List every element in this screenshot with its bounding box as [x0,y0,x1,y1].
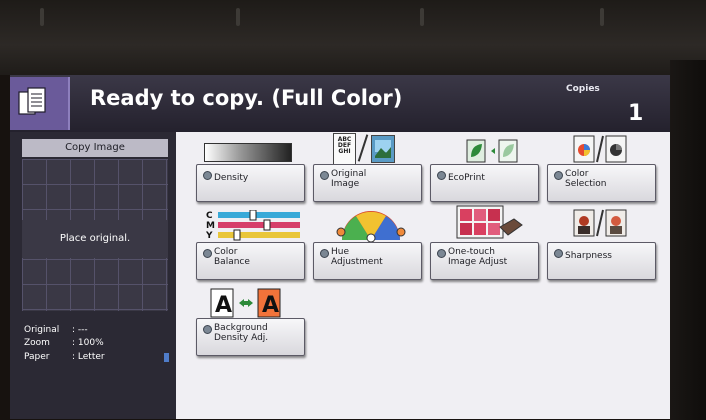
indicator-led [554,171,563,180]
indicator-led [320,249,329,258]
info-value: : Letter [72,352,105,362]
copy-image-title: Copy Image [22,139,168,157]
density-button[interactable]: Density [196,164,305,202]
color-selection-label: Color Selection [565,169,607,189]
sharpness-button[interactable]: Sharpness [547,242,656,280]
background-density-label: Background Density Adj. [214,323,269,343]
indicator-led [203,249,212,258]
status-header: Ready to copy. (Full Color) Copies 1 [10,75,670,132]
icon-text: M [206,221,215,231]
copier-screen: Ready to copy. (Full Color) Copies 1 Cop… [10,75,670,419]
copies-count: 1 [628,101,644,126]
paper-tray-icon [164,353,169,362]
indicator-led [554,249,563,258]
device-bezel-top [0,0,706,75]
density-label: Density [214,173,249,183]
bezel-screw [40,8,44,26]
indicator-led [203,171,212,180]
indicator-led [437,249,446,258]
status-title: Ready to copy. (Full Color) [90,86,403,110]
info-key: Paper [24,352,50,362]
background-density-adj-button[interactable]: Background Density Adj. [196,318,305,356]
info-original: Original : --- [24,325,88,335]
icon-text: A [262,293,279,318]
color-selection-button[interactable]: Color Selection [547,164,656,202]
info-value: : --- [72,325,88,335]
photo-image-icon [371,135,395,163]
color-balance-button[interactable]: Color Balance [196,242,305,280]
slash-divider [357,134,369,162]
icon-text: C [206,211,213,221]
bezel-screw [600,8,604,26]
bezel-screw [236,8,240,26]
sharpness-icon [573,208,635,242]
info-paper: Paper : Letter [24,352,105,362]
info-zoom: Zoom : 100% [24,338,104,348]
color-balance-icon: C M Y [204,209,304,246]
original-image-label: Original Image [331,169,367,189]
ecoprint-button[interactable]: EcoPrint [430,164,539,202]
info-value: : 100% [72,338,104,348]
info-key: Original [24,325,60,335]
indicator-led [320,171,329,180]
info-key: Zoom [24,338,50,348]
one-touch-image-adjust-button[interactable]: One-touch Image Adjust [430,242,539,280]
color-selection-icon [573,134,635,168]
one-touch-label: One-touch Image Adjust [448,247,508,267]
copy-mode-icon[interactable] [10,77,70,130]
icon-text: GHI [338,148,351,155]
original-image-button[interactable]: Original Image [313,164,422,202]
bezel-screw [420,8,424,26]
color-balance-label: Color Balance [214,247,250,267]
hue-adjustment-button[interactable]: Hue Adjustment [313,242,422,280]
density-gradient-icon [204,143,292,162]
function-panel: ABC DEF GHI Density Original Image EcoPr… [176,132,670,419]
indicator-led [203,325,212,334]
icon-text: Y [205,231,213,241]
hue-adjustment-icon [336,210,406,246]
ecoprint-label: EcoPrint [448,173,485,183]
preview-message: Place original. [22,220,168,258]
indicator-led [437,171,446,180]
sharpness-label: Sharpness [565,251,612,261]
left-status-panel: Copy Image Place original. Original : ---… [10,132,176,419]
hue-adjustment-label: Hue Adjustment [331,247,383,267]
original-image-icon: ABC DEF GHI [333,133,356,165]
copies-label: Copies [566,84,600,94]
device-bezel-right [670,60,706,420]
icon-text: A [215,293,232,318]
ecoprint-icon [466,139,526,167]
one-touch-icon [456,205,526,245]
